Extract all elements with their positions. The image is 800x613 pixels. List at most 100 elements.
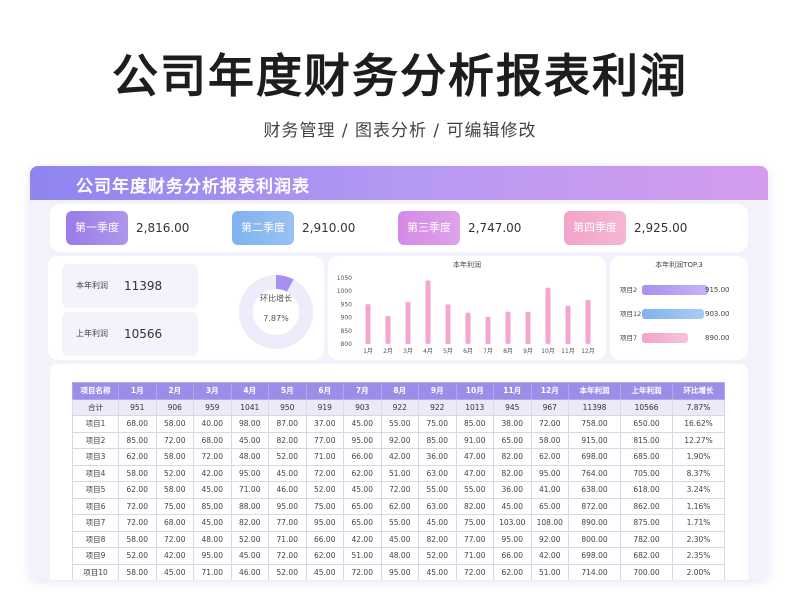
table-cell[interactable]: 46.00 bbox=[268, 481, 307, 499]
table-cell[interactable]: 48.00 bbox=[193, 530, 232, 548]
table-cell[interactable]: 55.00 bbox=[418, 481, 457, 499]
table-cell[interactable]: 45.00 bbox=[418, 563, 457, 580]
table-cell[interactable]: 82.00 bbox=[493, 448, 532, 466]
column-header[interactable]: 5月 bbox=[268, 382, 307, 400]
column-header[interactable]: 本年利润 bbox=[568, 382, 621, 400]
table-cell[interactable]: 915.00 bbox=[568, 431, 621, 449]
table-cell[interactable]: 68.00 bbox=[118, 415, 157, 433]
column-header[interactable]: 项目名称 bbox=[72, 382, 119, 400]
quarter-4-badge[interactable]: 第四季度 bbox=[564, 211, 626, 245]
table-cell[interactable]: 68.00 bbox=[193, 431, 232, 449]
table-cell[interactable]: 10566 bbox=[620, 398, 673, 416]
table-cell[interactable]: 63.00 bbox=[418, 464, 457, 482]
table-cell[interactable]: 16.62% bbox=[672, 415, 725, 433]
table-cell[interactable]: 758.00 bbox=[568, 415, 621, 433]
table-cell[interactable]: 52.00 bbox=[118, 547, 157, 565]
table-cell[interactable]: 72.00 bbox=[118, 497, 157, 515]
column-header[interactable]: 1月 bbox=[118, 382, 157, 400]
table-cell[interactable]: 82.00 bbox=[455, 497, 494, 515]
table-cell[interactable]: 82.00 bbox=[230, 514, 269, 532]
table-cell[interactable]: 95.00 bbox=[530, 464, 569, 482]
table-cell[interactable]: 62.00 bbox=[118, 448, 157, 466]
bar-1月[interactable] bbox=[365, 304, 371, 344]
table-cell[interactable]: 88.00 bbox=[230, 497, 269, 515]
table-cell[interactable]: 65.00 bbox=[530, 497, 569, 515]
table-cell[interactable]: 815.00 bbox=[620, 431, 673, 449]
table-cell[interactable]: 项目7 bbox=[72, 514, 119, 532]
table-cell[interactable]: 87.00 bbox=[268, 415, 307, 433]
table-cell[interactable]: 63.00 bbox=[418, 497, 457, 515]
table-cell[interactable]: 66.00 bbox=[343, 448, 382, 466]
table-cell[interactable]: 项目8 bbox=[72, 530, 119, 548]
table-cell[interactable]: 700.00 bbox=[620, 563, 673, 580]
table-cell[interactable]: 51.00 bbox=[380, 464, 419, 482]
table-cell[interactable]: 52.00 bbox=[268, 448, 307, 466]
table-cell[interactable]: 714.00 bbox=[568, 563, 621, 580]
table-cell[interactable]: 合计 bbox=[72, 398, 119, 416]
table-cell[interactable]: 58.00 bbox=[155, 448, 194, 466]
table-cell[interactable]: 48.00 bbox=[380, 547, 419, 565]
table-cell[interactable]: 62.00 bbox=[343, 464, 382, 482]
table-cell[interactable]: 945 bbox=[493, 398, 532, 416]
table-cell[interactable]: 45.00 bbox=[493, 497, 532, 515]
table-cell[interactable]: 1041 bbox=[230, 398, 269, 416]
table-cell[interactable]: 45.00 bbox=[305, 563, 344, 580]
quarter-3-badge[interactable]: 第三季度 bbox=[398, 211, 460, 245]
table-cell[interactable]: 91.00 bbox=[455, 431, 494, 449]
table-cell[interactable]: 58.00 bbox=[155, 481, 194, 499]
table-cell[interactable]: 77.00 bbox=[455, 530, 494, 548]
table-cell[interactable]: 62.00 bbox=[118, 481, 157, 499]
table-cell[interactable]: 618.00 bbox=[620, 481, 673, 499]
table-cell[interactable]: 42.00 bbox=[343, 530, 382, 548]
table-cell[interactable]: 45.00 bbox=[230, 547, 269, 565]
table-cell[interactable]: 95.00 bbox=[380, 563, 419, 580]
table-cell[interactable]: 967 bbox=[530, 398, 569, 416]
table-cell[interactable]: 685.00 bbox=[620, 448, 673, 466]
table-cell[interactable]: 82.00 bbox=[268, 431, 307, 449]
table-cell[interactable]: 72.00 bbox=[155, 530, 194, 548]
bar-9月[interactable] bbox=[525, 311, 531, 344]
table-cell[interactable]: 922 bbox=[380, 398, 419, 416]
column-header[interactable]: 环比增长 bbox=[672, 382, 725, 400]
table-cell[interactable]: 800.00 bbox=[568, 530, 621, 548]
column-header[interactable]: 11月 bbox=[493, 382, 532, 400]
table-cell[interactable]: 48.00 bbox=[230, 448, 269, 466]
table-cell[interactable]: 71.00 bbox=[193, 563, 232, 580]
table-cell[interactable]: 1013 bbox=[455, 398, 494, 416]
table-cell[interactable]: 45.00 bbox=[268, 464, 307, 482]
table-cell[interactable]: 82.00 bbox=[418, 530, 457, 548]
table-cell[interactable]: 77.00 bbox=[268, 514, 307, 532]
table-cell[interactable]: 45.00 bbox=[418, 514, 457, 532]
table-cell[interactable]: 698.00 bbox=[568, 448, 621, 466]
table-cell[interactable]: 959 bbox=[193, 398, 232, 416]
top3-bar[interactable] bbox=[642, 309, 704, 319]
table-cell[interactable]: 72.00 bbox=[268, 547, 307, 565]
table-cell[interactable]: 66.00 bbox=[493, 547, 532, 565]
table-cell[interactable]: 103.00 bbox=[493, 514, 532, 532]
column-header[interactable]: 9月 bbox=[418, 382, 457, 400]
table-cell[interactable]: 62.00 bbox=[530, 448, 569, 466]
table-cell[interactable]: 95.00 bbox=[343, 431, 382, 449]
quarter-2-badge[interactable]: 第二季度 bbox=[232, 211, 294, 245]
table-cell[interactable]: 58.00 bbox=[530, 431, 569, 449]
table-cell[interactable]: 906 bbox=[155, 398, 194, 416]
column-header[interactable]: 上年利润 bbox=[620, 382, 673, 400]
column-header[interactable]: 10月 bbox=[455, 382, 494, 400]
table-cell[interactable]: 52.00 bbox=[268, 563, 307, 580]
table-cell[interactable]: 95.00 bbox=[268, 497, 307, 515]
table-cell[interactable]: 51.00 bbox=[343, 547, 382, 565]
table-cell[interactable]: 65.00 bbox=[493, 431, 532, 449]
table-cell[interactable]: 62.00 bbox=[493, 563, 532, 580]
table-cell[interactable]: 903 bbox=[343, 398, 382, 416]
table-cell[interactable]: 36.00 bbox=[418, 448, 457, 466]
table-cell[interactable]: 项目6 bbox=[72, 497, 119, 515]
table-cell[interactable]: 85.00 bbox=[455, 415, 494, 433]
table-cell[interactable]: 72.00 bbox=[118, 514, 157, 532]
table-cell[interactable]: 41.00 bbox=[530, 481, 569, 499]
table-cell[interactable]: 71.00 bbox=[305, 448, 344, 466]
table-cell[interactable]: 698.00 bbox=[568, 547, 621, 565]
table-cell[interactable]: 45.00 bbox=[343, 481, 382, 499]
table-cell[interactable]: 72.00 bbox=[155, 431, 194, 449]
table-cell[interactable]: 项目1 bbox=[72, 415, 119, 433]
table-cell[interactable]: 项目9 bbox=[72, 547, 119, 565]
